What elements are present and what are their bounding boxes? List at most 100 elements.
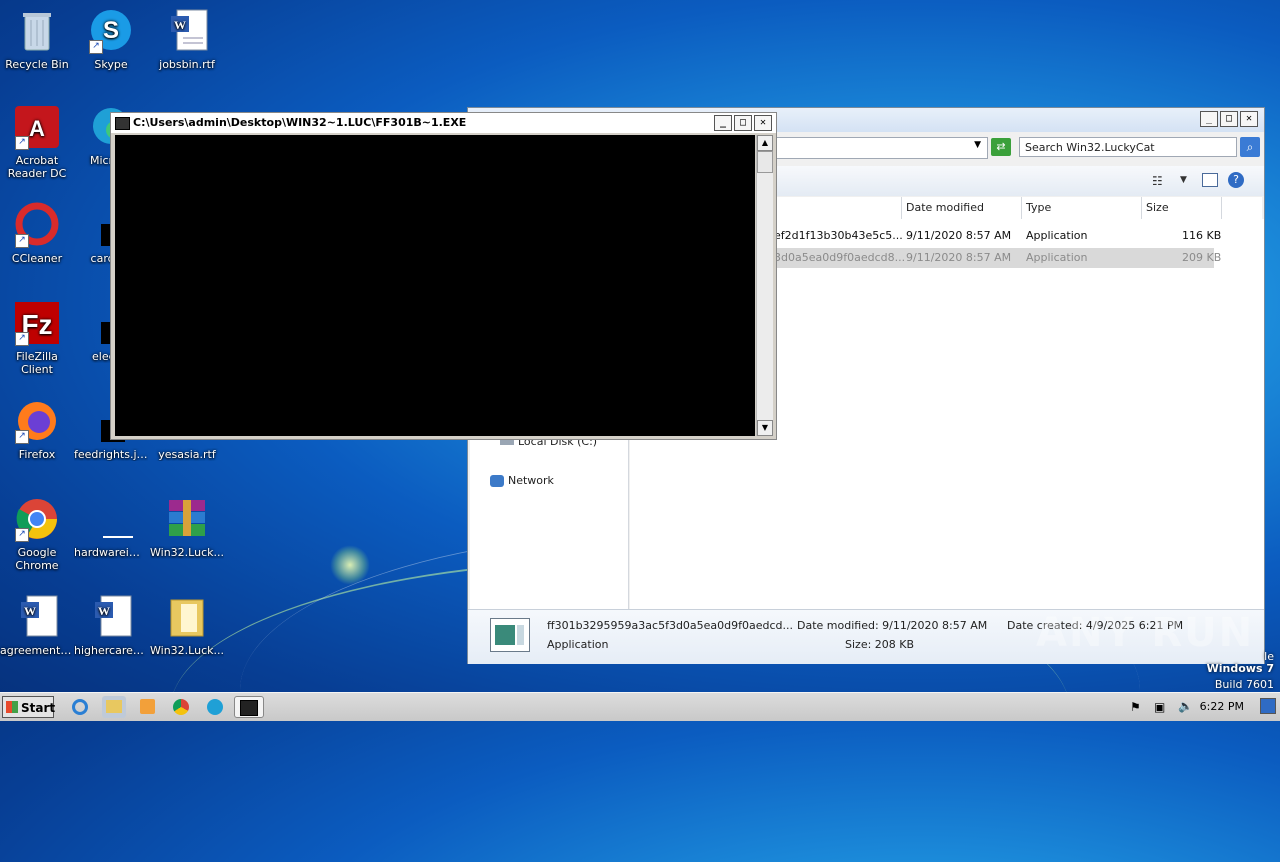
chrome-icon[interactable]: [169, 696, 193, 718]
desktop-icon-label: FileZilla Client: [16, 350, 58, 376]
volume-icon[interactable]: 🔈: [1178, 699, 1193, 713]
start-label: Start: [21, 701, 56, 715]
close-button[interactable]: ✕: [1240, 111, 1258, 127]
desktop-icon-jobsbin[interactable]: W jobsbin.rtf: [150, 8, 224, 71]
os-build: Build 7601: [1214, 678, 1274, 691]
maximize-button[interactable]: □: [1220, 111, 1238, 127]
svg-text:W: W: [174, 18, 186, 32]
close-button[interactable]: ✕: [754, 115, 772, 131]
help-icon[interactable]: ?: [1228, 172, 1244, 188]
desktop-icon-agreementb[interactable]: W agreementb...: [0, 594, 74, 657]
desktop-icon-label: highercaree...: [74, 644, 148, 657]
minimize-button[interactable]: _: [1200, 111, 1218, 127]
view-options-icon[interactable]: ☷: [1152, 174, 1163, 188]
show-desktop-icon[interactable]: [1260, 698, 1276, 714]
desktop-icon-acrobat[interactable]: A ↗ Acrobat Reader DC: [0, 104, 74, 180]
word-document-icon: W: [13, 594, 61, 640]
desktop-icon-label: Recycle Bin: [5, 58, 69, 71]
preview-pane-icon[interactable]: [1202, 173, 1218, 187]
maximize-button[interactable]: □: [734, 115, 752, 131]
shortcut-arrow-icon: ↗: [89, 40, 103, 54]
acrobat-icon: A ↗: [13, 104, 61, 150]
desktop-icon-label: feedrights.jpg: [74, 448, 148, 461]
filezilla-icon: Fz ↗: [13, 300, 61, 346]
column-header-type[interactable]: Type: [1022, 197, 1142, 219]
shortcut-arrow-icon: ↗: [15, 430, 29, 444]
desktop-icon-label: Win32.Luck...: [150, 546, 224, 559]
minimize-button[interactable]: _: [714, 115, 732, 131]
desktop-icon-hardwareim[interactable]: hardwareim...: [74, 496, 148, 559]
desktop-icon-win32-archive[interactable]: Win32.Luck...: [150, 496, 224, 559]
console-scrollbar[interactable]: ▲ ▼: [756, 135, 773, 436]
desktop-icon-recycle-bin[interactable]: Recycle Bin: [0, 8, 74, 71]
console-titlebar[interactable]: C:\Users\admin\Desktop\WIN32~1.LUC\FF301…: [111, 113, 776, 133]
scroll-down-icon[interactable]: ▼: [757, 420, 773, 436]
system-tray: ⚑ ▣ 🔈 6:22 PM: [1120, 693, 1280, 721]
scroll-thumb[interactable]: [757, 151, 773, 173]
desktop-icon-skype[interactable]: S ↗ Skype: [74, 8, 148, 71]
nav-item-network[interactable]: Network: [490, 474, 554, 487]
console-title: C:\Users\admin\Desktop\WIN32~1.LUC\FF301…: [133, 116, 467, 129]
search-input[interactable]: Search Win32.LuckyCat: [1019, 137, 1237, 157]
edge-icon[interactable]: [203, 696, 227, 718]
desktop-icon-label: Win32.Luck...: [150, 644, 224, 657]
desktop-icon-ccleaner[interactable]: ↗ CCleaner: [0, 202, 74, 265]
details-type: Application: [547, 638, 609, 651]
ie-icon[interactable]: [68, 696, 92, 718]
desktop-icon-filezilla[interactable]: Fz ↗ FileZilla Client: [0, 300, 74, 376]
ccleaner-icon: ↗: [13, 202, 61, 248]
network-icon: [490, 475, 504, 487]
recycle-bin-icon: [13, 8, 61, 54]
desktop-icon-label: jobsbin.rtf: [159, 58, 215, 71]
action-center-flag-icon[interactable]: ⚑: [1130, 700, 1141, 714]
desktop-icon-firefox[interactable]: ↗ Firefox: [0, 398, 74, 461]
desktop-icon-label: Skype: [94, 58, 128, 71]
firefox-icon: ↗: [13, 398, 61, 444]
desktop-icon-win32-folder[interactable]: Win32.Luck...: [150, 594, 224, 657]
refresh-icon[interactable]: ⇄: [991, 138, 1011, 156]
file-name: ef2d1f13b30b43e5c5...: [774, 229, 903, 242]
console-taskbar-button[interactable]: [234, 696, 264, 718]
nav-label: Network: [508, 474, 554, 487]
desktop-icon-label: agreementb...: [0, 644, 74, 657]
scroll-up-icon[interactable]: ▲: [757, 135, 773, 151]
chevron-down-icon[interactable]: ▼: [974, 140, 981, 150]
explorer-icon[interactable]: [102, 696, 126, 718]
details-date-modified: Date modified: 9/11/2020 8:57 AM: [797, 619, 988, 632]
file-icon: [87, 496, 135, 542]
console-app-icon: [115, 117, 130, 130]
wallpaper-glow: [330, 545, 370, 585]
chrome-icon: ↗: [13, 496, 61, 542]
file-size: 209 KB: [1182, 251, 1222, 264]
column-header-date[interactable]: Date modified: [902, 197, 1022, 219]
file-type: Application: [1026, 229, 1088, 242]
file-size: 116 KB: [1182, 229, 1222, 242]
desktop-icon-label: Firefox: [18, 448, 56, 461]
desktop-icon-label: Acrobat Reader DC: [7, 154, 67, 180]
shortcut-arrow-icon: ↗: [15, 234, 29, 248]
desktop-icon-label: yesasia.rtf: [158, 448, 216, 461]
search-icon[interactable]: ⌕: [1240, 137, 1260, 157]
desktop-icon-label: hardwareim...: [74, 546, 148, 559]
clock[interactable]: 6:22 PM: [1200, 700, 1244, 713]
file-date: 9/11/2020 8:57 AM: [906, 229, 1012, 242]
details-size: Size: 208 KB: [845, 638, 915, 651]
windows-logo-icon: [6, 701, 18, 713]
chevron-down-icon[interactable]: ▼: [1180, 175, 1187, 185]
column-header-name[interactable]: [768, 197, 902, 219]
file-type: Application: [1026, 251, 1088, 264]
network-icon[interactable]: ▣: [1154, 700, 1165, 714]
desktop-icon-highercaree[interactable]: W highercaree...: [74, 594, 148, 657]
desktop-icon-chrome[interactable]: ↗ Google Chrome: [0, 496, 74, 572]
start-button[interactable]: Start: [2, 696, 56, 718]
folder-icon: [163, 594, 211, 640]
column-header-size[interactable]: Size: [1142, 197, 1222, 219]
media-player-icon[interactable]: [135, 696, 159, 718]
console-window[interactable]: C:\Users\admin\Desktop\WIN32~1.LUC\FF301…: [110, 112, 777, 440]
word-document-icon: W: [163, 8, 211, 54]
skype-icon: S ↗: [87, 8, 135, 54]
address-input[interactable]: ▼: [768, 137, 988, 159]
svg-text:A: A: [29, 116, 45, 141]
desktop-icon-label: Google Chrome: [15, 546, 59, 572]
console-output[interactable]: [115, 135, 755, 436]
